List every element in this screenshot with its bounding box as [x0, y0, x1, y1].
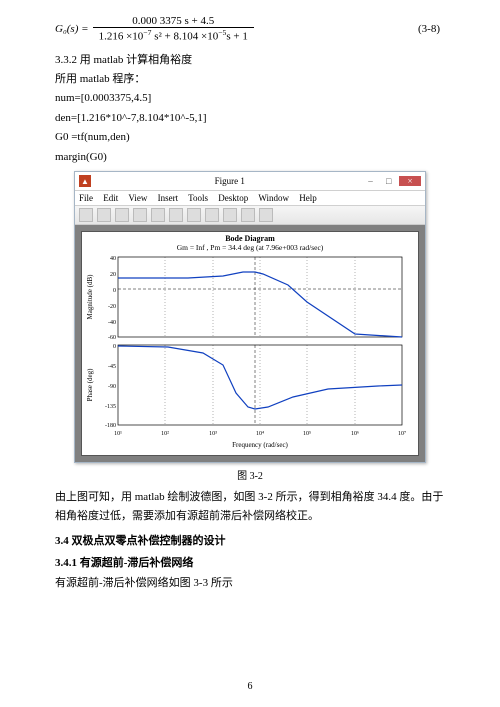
save-icon[interactable]: [97, 208, 111, 222]
svg-text:10⁴: 10⁴: [256, 431, 264, 437]
minimize-button[interactable]: –: [363, 176, 379, 186]
code-line-3: G0 =tf(num,den): [55, 129, 445, 146]
matlab-logo-icon: ▲: [79, 175, 91, 187]
code-line-2: den=[1.216*10^-7,8.104*10^-5,1]: [55, 110, 445, 127]
chart-subtitle: Gm = Inf , Pm = 34.4 deg (at 7.96e+003 r…: [82, 243, 418, 252]
ylabel-mag: Magnitude (dB): [86, 274, 94, 320]
eq-number: (3-8): [418, 23, 445, 35]
eq-lhs: G₀(s) =: [55, 23, 89, 35]
heading-3-3-2: 3.3.2 用 matlab 计算相角裕度: [55, 51, 445, 67]
menu-bar: File Edit View Insert Tools Desktop Wind…: [75, 191, 425, 206]
svg-text:-20: -20: [108, 304, 116, 310]
close-button[interactable]: ×: [399, 176, 421, 186]
ylabel-phase: Phase (deg): [86, 368, 94, 402]
pointer-icon[interactable]: [133, 208, 147, 222]
axes-container: Bode Diagram Gm = Inf , Pm = 34.4 deg (a…: [81, 231, 419, 456]
menu-help[interactable]: Help: [299, 193, 317, 203]
heading-3-4: 3.4 双极点双零点补偿控制器的设计: [55, 532, 445, 548]
eq-numerator: 0.000 3375 s + 4.5: [93, 15, 254, 28]
figure-caption: 图 3-2: [55, 467, 445, 482]
menu-insert[interactable]: Insert: [158, 193, 179, 203]
svg-text:-45: -45: [108, 364, 116, 370]
svg-text:-135: -135: [105, 404, 116, 410]
menu-file[interactable]: File: [79, 193, 93, 203]
svg-text:10¹: 10¹: [114, 431, 122, 437]
eq-fraction: 0.000 3375 s + 4.5 1.216 ×10−7 s² + 8.10…: [93, 15, 254, 43]
paragraph-2: 有源超前-滞后补偿网络如图 3-3 所示: [55, 574, 445, 593]
menu-window[interactable]: Window: [258, 193, 289, 203]
rotate-icon[interactable]: [205, 208, 219, 222]
bode-plot-svg: 40 20 0 -20 -40 -60: [82, 253, 414, 455]
svg-text:10⁵: 10⁵: [303, 431, 311, 437]
eq-denominator: 1.216 ×10−7 s² + 8.104 ×10−5s + 1: [93, 28, 254, 43]
legend-icon[interactable]: [259, 208, 273, 222]
plot-area: Bode Diagram Gm = Inf , Pm = 34.4 deg (a…: [75, 225, 425, 462]
svg-text:10⁶: 10⁶: [351, 431, 359, 437]
svg-text:10³: 10³: [209, 431, 217, 437]
zoom-in-icon[interactable]: [151, 208, 165, 222]
toolbar: [75, 206, 425, 225]
code-line-1: num=[0.0003375,4.5]: [55, 90, 445, 107]
chart-title: Bode Diagram: [82, 234, 418, 243]
xlabel: Frequency (rad/sec): [232, 441, 288, 449]
matlab-figure-window: ▲ Figure 1 – □ × File Edit View Insert T…: [74, 171, 426, 463]
equation-3-8: G₀(s) = 0.000 3375 s + 4.5 1.216 ×10−7 s…: [55, 15, 445, 43]
zoom-out-icon[interactable]: [169, 208, 183, 222]
window-controls: – □ ×: [363, 176, 422, 186]
maximize-button[interactable]: □: [381, 176, 397, 186]
datacursor-icon[interactable]: [223, 208, 237, 222]
program-label: 所用 matlab 程序：: [55, 71, 445, 88]
svg-text:10⁷: 10⁷: [398, 431, 406, 437]
svg-text:0: 0: [113, 288, 116, 294]
colorbar-icon[interactable]: [241, 208, 255, 222]
new-icon[interactable]: [79, 208, 93, 222]
svg-text:20: 20: [110, 272, 116, 278]
figure-3-2: ▲ Figure 1 – □ × File Edit View Insert T…: [55, 171, 445, 482]
window-titlebar: ▲ Figure 1 – □ ×: [75, 172, 425, 191]
print-icon[interactable]: [115, 208, 129, 222]
svg-text:10²: 10²: [161, 431, 169, 437]
code-line-4: margin(G0): [55, 149, 445, 166]
page-number: 6: [0, 681, 500, 692]
svg-text:-40: -40: [108, 320, 116, 326]
paragraph-1: 由上图可知，用 matlab 绘制波德图，如图 3-2 所示，得到相角裕度 34…: [55, 488, 445, 525]
menu-tools[interactable]: Tools: [188, 193, 208, 203]
svg-text:40: 40: [110, 256, 116, 262]
window-title: Figure 1: [97, 176, 363, 186]
svg-text:-90: -90: [108, 384, 116, 390]
menu-desktop[interactable]: Desktop: [218, 193, 248, 203]
svg-text:-60: -60: [108, 335, 116, 341]
svg-text:0: 0: [113, 344, 116, 350]
heading-3-4-1: 3.4.1 有源超前-滞后补偿网络: [55, 554, 445, 570]
svg-text:-180: -180: [105, 423, 116, 429]
menu-edit[interactable]: Edit: [103, 193, 118, 203]
pan-icon[interactable]: [187, 208, 201, 222]
menu-view[interactable]: View: [128, 193, 147, 203]
